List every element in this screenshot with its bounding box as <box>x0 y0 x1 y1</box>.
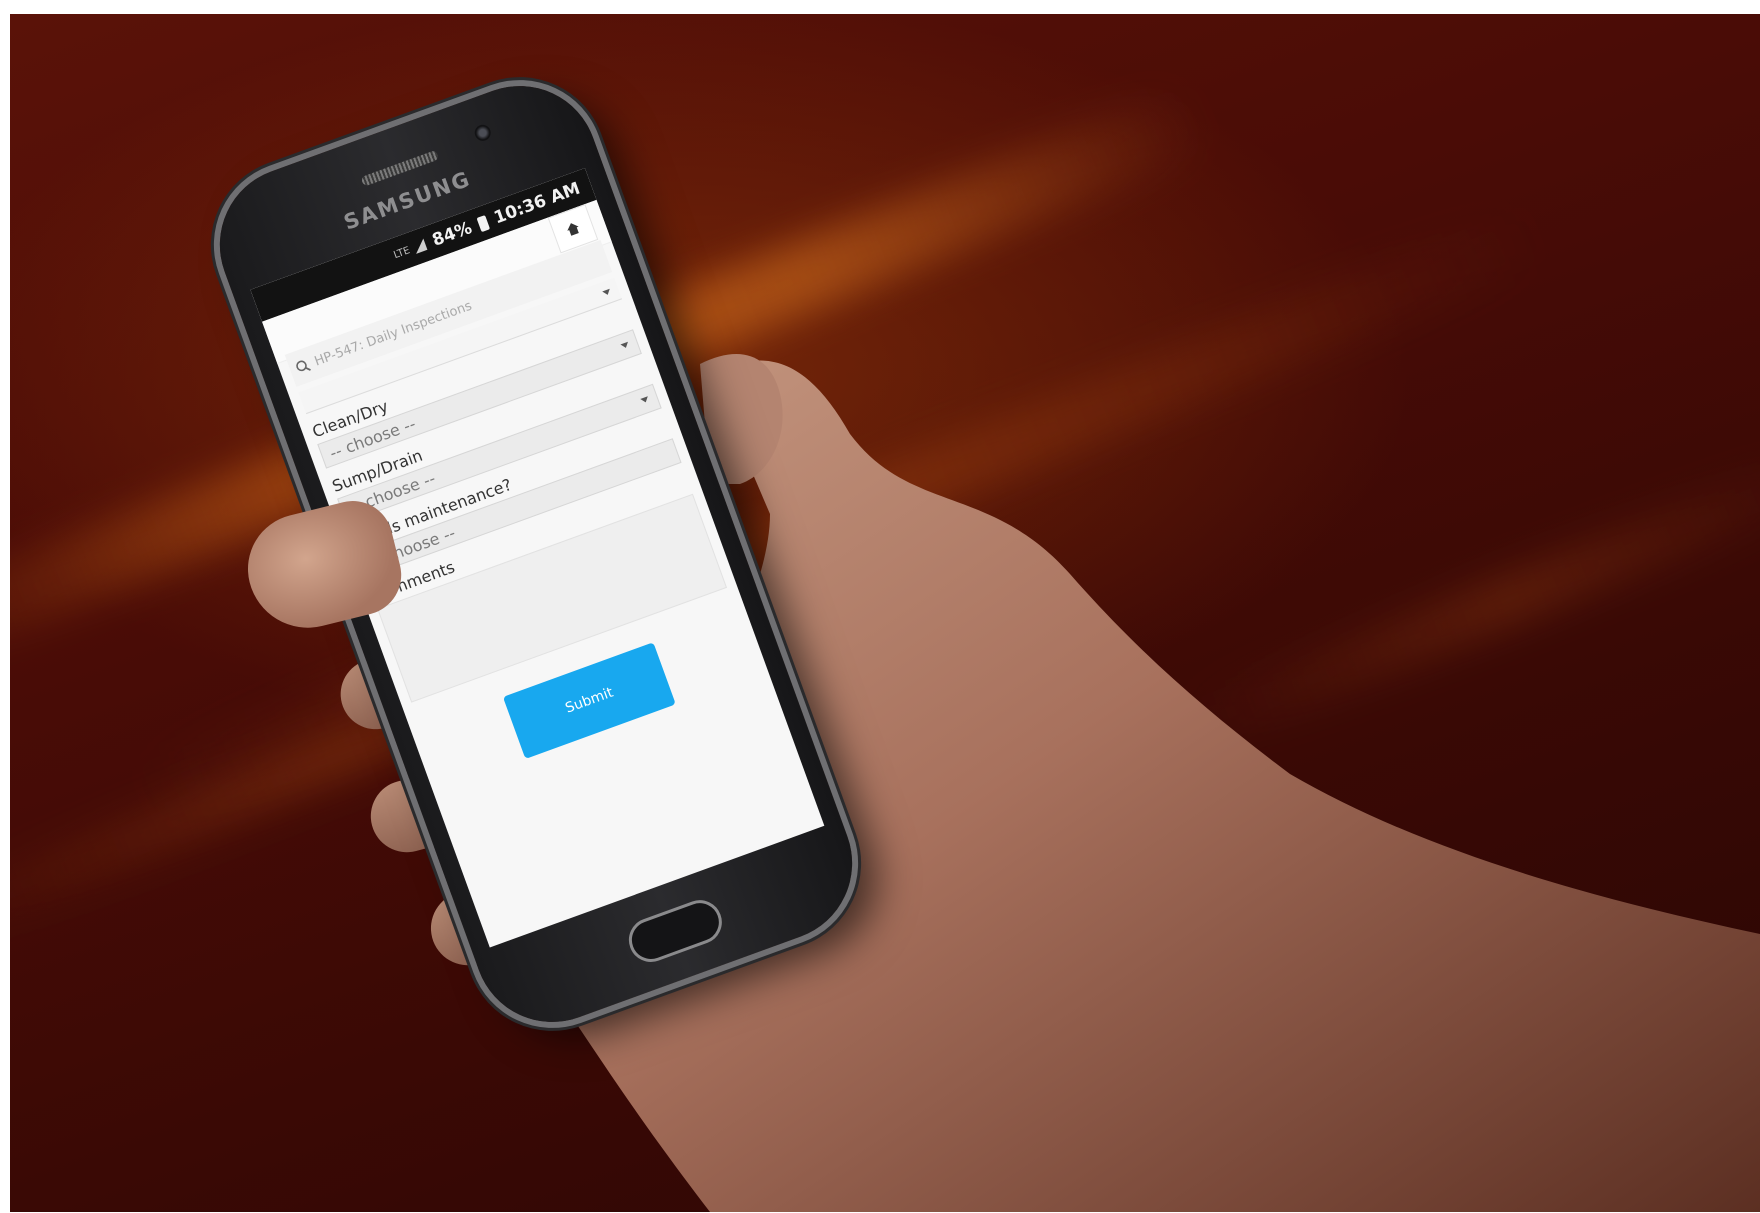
front-camera <box>472 122 493 144</box>
network-label: LTE <box>392 244 412 261</box>
signal-icon <box>412 238 428 254</box>
home-key[interactable] <box>622 893 729 969</box>
photo-background: SAMSUNG LTE 84% 10:36 AM HP-547: Daily I… <box>10 14 1760 1212</box>
chevron-down-icon <box>640 396 650 404</box>
home-icon <box>567 223 579 236</box>
chevron-down-icon <box>620 341 630 350</box>
search-icon <box>296 360 311 372</box>
chevron-down-icon <box>602 288 612 297</box>
battery-icon <box>476 214 490 232</box>
